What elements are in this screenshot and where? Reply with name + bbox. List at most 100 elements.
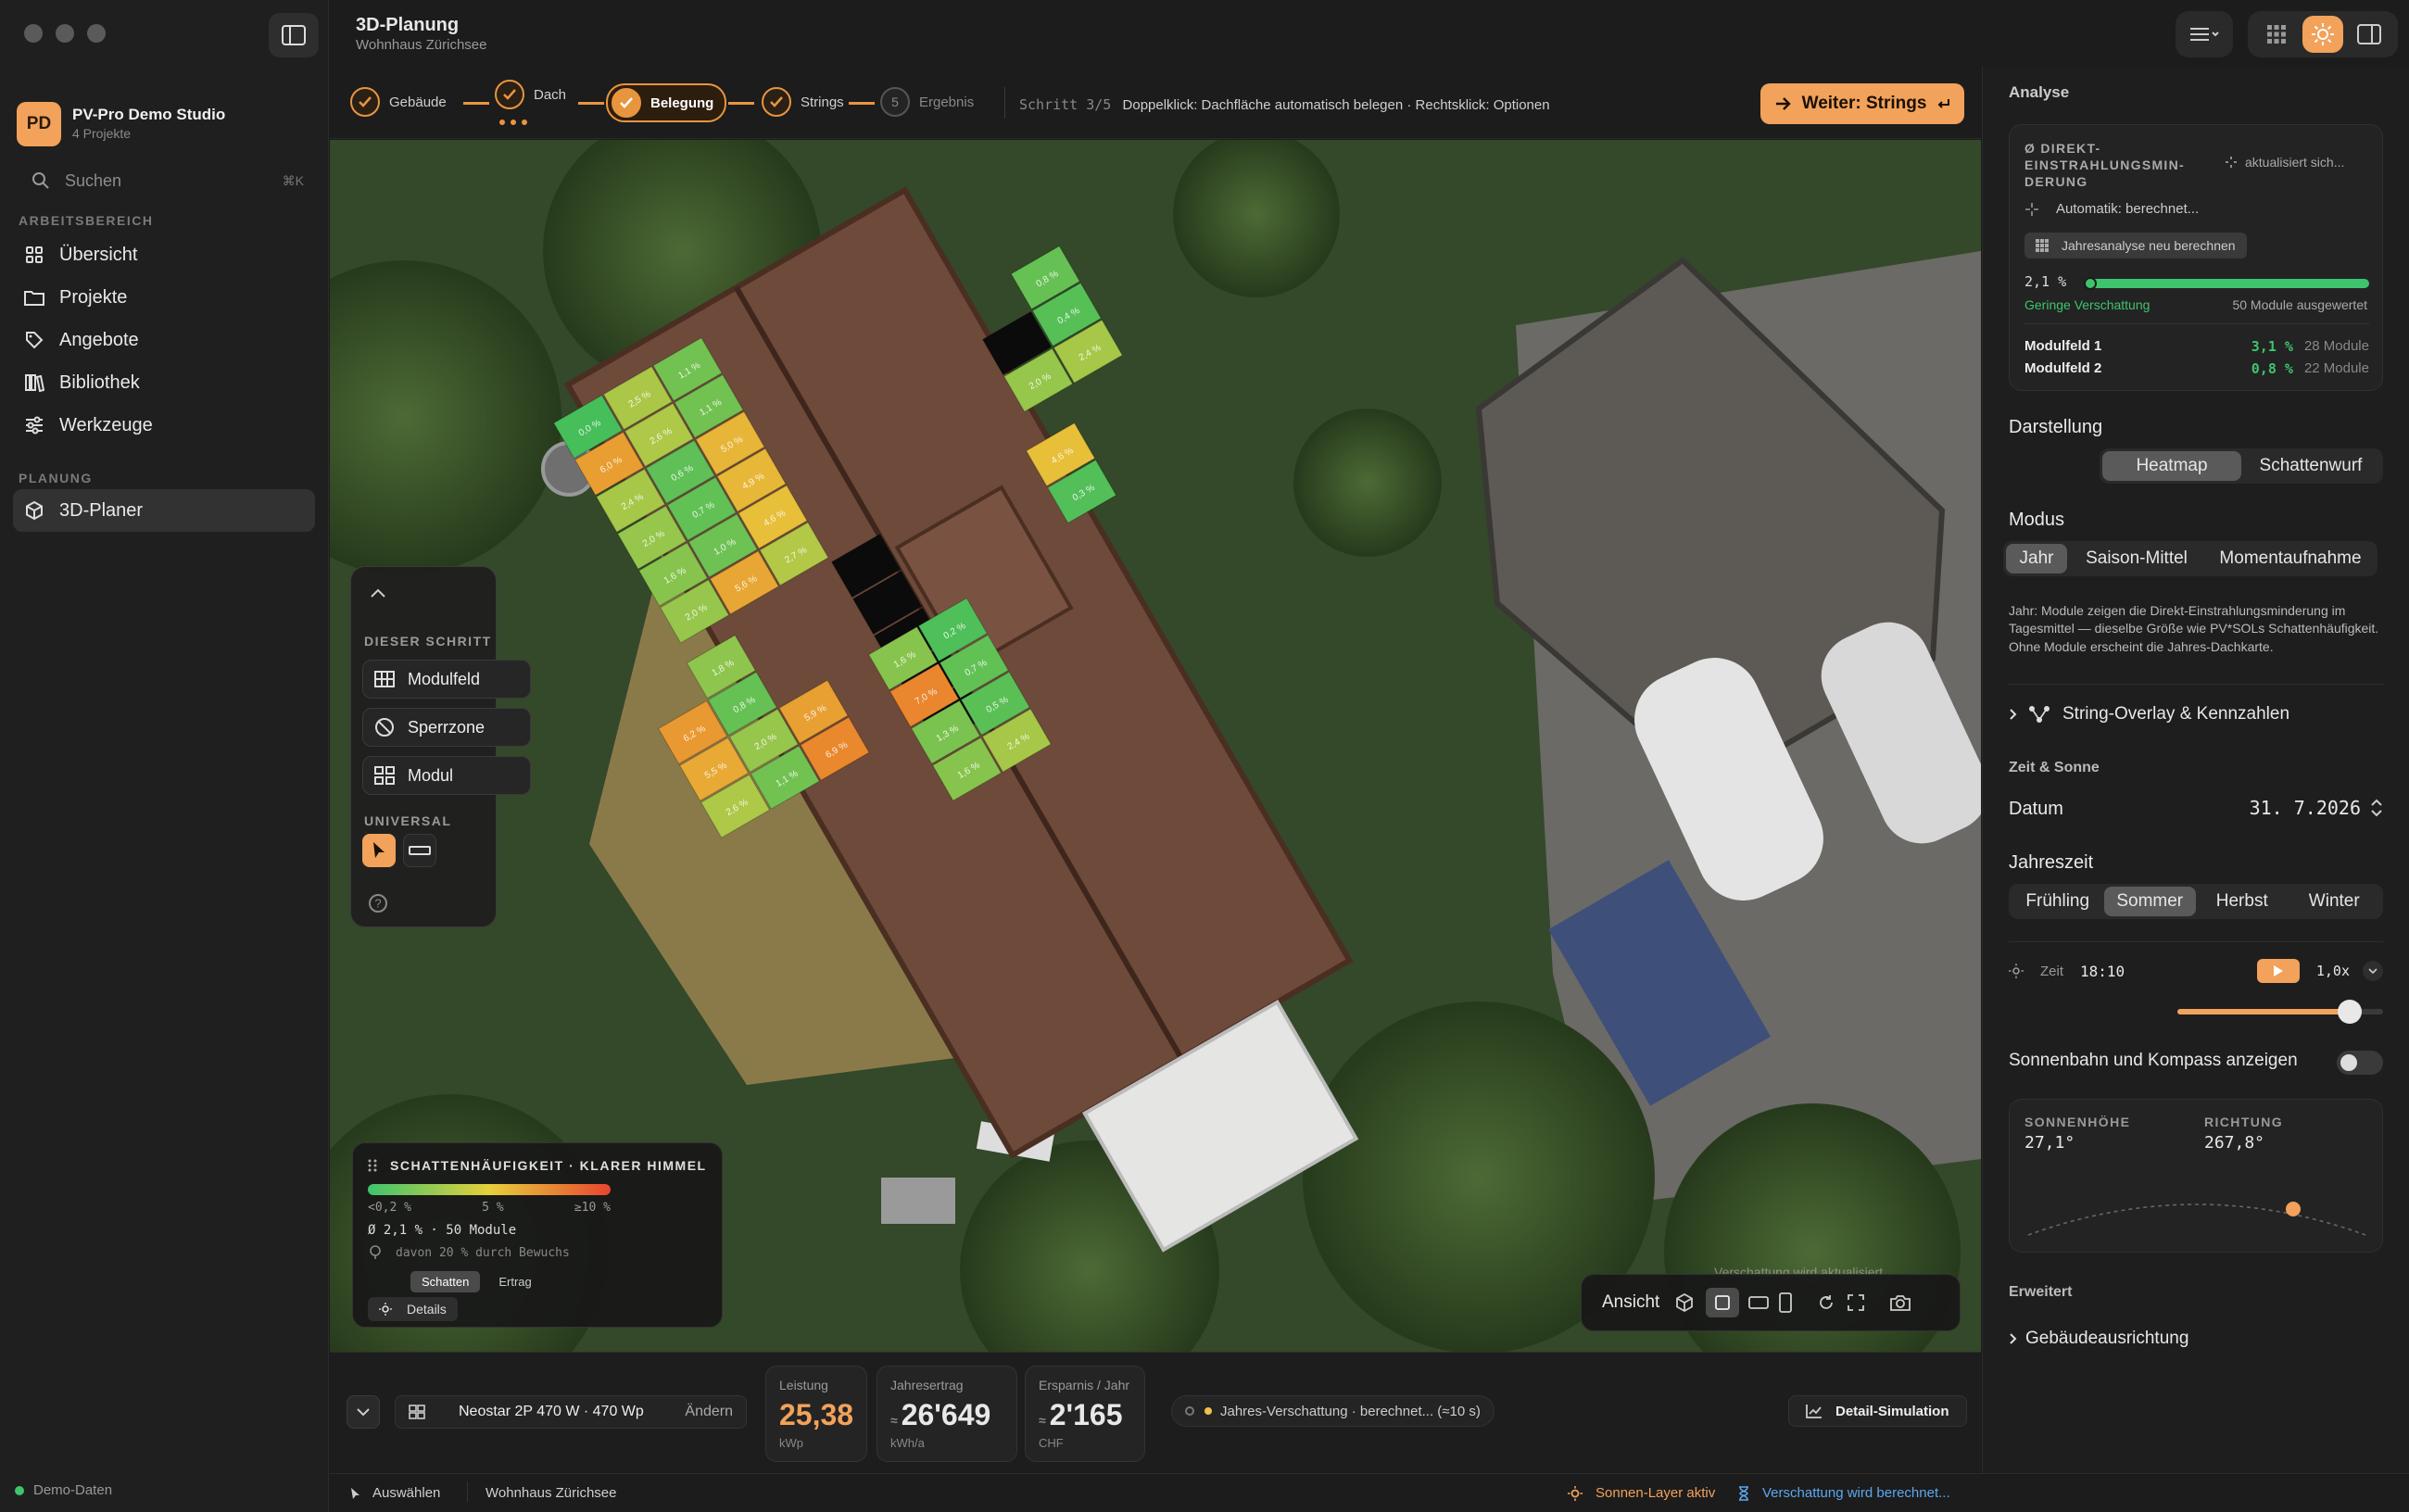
kpi-approx: ≈ bbox=[1039, 1413, 1046, 1428]
front-view-icon[interactable] bbox=[1748, 1294, 1770, 1311]
updating-label: aktualisiert sich... bbox=[2245, 155, 2345, 170]
fullscreen-icon[interactable] bbox=[1847, 1293, 1865, 1312]
legend-average: Ø 2,1 % · 50 Module bbox=[368, 1223, 517, 1238]
garden-object bbox=[881, 1178, 955, 1224]
sun-path-toggle[interactable] bbox=[2337, 1051, 2383, 1075]
datum-picker[interactable]: 31. 7.2026 bbox=[2250, 797, 2383, 819]
kpi-unit: kWp bbox=[779, 1436, 803, 1450]
recalc-year-button[interactable]: Jahresanalyse neu berechnen bbox=[2024, 233, 2247, 258]
collapse-bottom-button[interactable] bbox=[347, 1395, 380, 1429]
option-saison-mittel[interactable]: Saison-Mittel bbox=[2067, 544, 2206, 573]
sun-path-arc bbox=[2027, 1202, 2366, 1236]
shading-value: 2,1 % bbox=[2024, 273, 2067, 290]
camera-icon[interactable] bbox=[1889, 1293, 1911, 1312]
option-schattenwurf[interactable]: Schattenwurf bbox=[2241, 451, 2380, 481]
sonnenhoehe-value: 27,1° bbox=[2024, 1133, 2075, 1153]
option-herbst[interactable]: Herbst bbox=[2196, 887, 2289, 916]
option-fruehling[interactable]: Frühling bbox=[2012, 887, 2104, 916]
select-tool-button[interactable] bbox=[362, 834, 396, 867]
window-close-button[interactable] bbox=[24, 24, 43, 43]
gebaeude-row[interactable]: Gebäudeausrichtung bbox=[2009, 1329, 2188, 1349]
option-heatmap[interactable]: Heatmap bbox=[2102, 451, 2241, 481]
inspector-toggle-icon[interactable] bbox=[2349, 16, 2390, 53]
grid-view-icon[interactable] bbox=[2256, 16, 2297, 53]
kpi-leistung: Leistung 25,38 kWp bbox=[765, 1366, 867, 1462]
workspace-avatar[interactable]: PD bbox=[17, 102, 61, 146]
time-slider[interactable] bbox=[2177, 1000, 2383, 1024]
workspace-name[interactable]: PV-Pro Demo Studio bbox=[72, 106, 225, 124]
option-jahr[interactable]: Jahr bbox=[2006, 544, 2067, 573]
step-number: 5 bbox=[880, 87, 910, 117]
sidebar-item-label: Werkzeuge bbox=[59, 414, 153, 435]
sun-position-marker bbox=[2286, 1202, 2301, 1216]
chevron-right-icon bbox=[2010, 1333, 2017, 1344]
recalc-year-label: Jahresanalyse neu berechnen bbox=[2062, 238, 2236, 253]
option-sommer[interactable]: Sommer bbox=[2103, 887, 2196, 916]
legend-details-button[interactable]: Details bbox=[368, 1297, 458, 1321]
tool-modul-button[interactable]: Modul bbox=[362, 756, 531, 795]
kpi-label: Jahresertrag bbox=[890, 1378, 964, 1392]
module-selector[interactable]: Neostar 2P 470 W · 470 Wp Ändern bbox=[395, 1395, 747, 1429]
top-view-icon[interactable] bbox=[1706, 1288, 1740, 1317]
option-momentaufnahme[interactable]: Momentaufnahme bbox=[2206, 544, 2375, 573]
chevron-up-icon[interactable] bbox=[370, 587, 386, 598]
sidebar-item-uebersicht[interactable]: Übersicht bbox=[13, 233, 315, 276]
time-slider-thumb[interactable] bbox=[2338, 1000, 2363, 1024]
tool-modulfeld-button[interactable]: Modulfeld bbox=[362, 660, 531, 699]
search-input[interactable]: Suchen ⌘K bbox=[17, 165, 304, 196]
grid-icon bbox=[2036, 239, 2049, 252]
tool-label: Modulfeld bbox=[408, 669, 481, 688]
cursor-icon bbox=[373, 842, 385, 858]
sidebar-item-projekte[interactable]: Projekte bbox=[13, 276, 315, 319]
step-dach[interactable]: Dach bbox=[495, 80, 566, 109]
string-overlay-row[interactable]: String-Overlay & Kennzahlen bbox=[2009, 704, 2289, 724]
drag-handle-icon[interactable] bbox=[368, 1159, 377, 1172]
grid-icon bbox=[374, 669, 395, 689]
window-zoom-button[interactable] bbox=[87, 24, 106, 43]
legend-tab-shadow[interactable]: Schatten bbox=[410, 1271, 481, 1292]
sidebar-toggle-button[interactable] bbox=[269, 13, 319, 57]
step-ergebnis[interactable]: 5 Ergebnis bbox=[880, 87, 974, 117]
step-hint-text: Doppelklick: Dachfläche automatisch bele… bbox=[1122, 97, 1550, 113]
sun-icon bbox=[379, 1303, 392, 1316]
3d-viewport[interactable]: 0,0 % 2,5 % 1,1 % 6,0 % 2,6 % 1,1 % 2,4 % 0,6 %… bbox=[330, 140, 1981, 1352]
datum-label: Datum bbox=[2009, 799, 2063, 819]
sun-layer-icon[interactable] bbox=[2302, 16, 2343, 53]
play-button[interactable] bbox=[2256, 959, 2300, 983]
demo-data-label: Demo-Daten bbox=[33, 1482, 113, 1498]
module-change-link[interactable]: Ändern bbox=[685, 1404, 733, 1420]
tool-sperrzone-button[interactable]: Sperrzone bbox=[362, 708, 531, 747]
step-gebaeude[interactable]: Gebäude bbox=[350, 87, 447, 117]
next-step-button[interactable]: Weiter: Strings bbox=[1760, 83, 1964, 124]
step-belegung[interactable]: Belegung bbox=[606, 83, 727, 122]
library-icon bbox=[24, 372, 44, 393]
datum-value: 31. 7.2026 bbox=[2249, 797, 2361, 819]
reset-view-icon[interactable] bbox=[1817, 1293, 1835, 1312]
evaluated-label: 50 Module ausgewertet bbox=[2232, 297, 2367, 312]
field-modules: 22 Module bbox=[2303, 360, 2369, 376]
detail-simulation-button[interactable]: Detail-Simulation bbox=[1788, 1395, 1967, 1427]
perspective-view-icon[interactable] bbox=[1674, 1292, 1695, 1313]
legend-tab-yield[interactable]: Ertrag bbox=[487, 1271, 542, 1292]
section-label-universal: UNIVERSAL bbox=[364, 813, 452, 828]
search-icon bbox=[32, 172, 49, 189]
sidebar-item-werkzeuge[interactable]: Werkzeuge bbox=[13, 404, 315, 447]
window-minimize-button[interactable] bbox=[56, 24, 74, 43]
sidebar-item-3d-planer[interactable]: 3D-Planer bbox=[13, 489, 315, 532]
sidebar-item-bibliothek[interactable]: Bibliothek bbox=[13, 361, 315, 404]
divider bbox=[467, 1481, 468, 1502]
measure-tool-button[interactable] bbox=[403, 834, 436, 867]
kpi-label: Ersparnis / Jahr bbox=[1039, 1378, 1130, 1392]
side-view-icon[interactable] bbox=[1778, 1292, 1793, 1313]
filter-menu-button[interactable] bbox=[2176, 11, 2233, 57]
speed-value[interactable]: 1,0x bbox=[2316, 963, 2350, 979]
speed-dropdown[interactable] bbox=[2363, 961, 2383, 981]
chevron-down-icon bbox=[2368, 968, 2377, 974]
sidebar-item-angebote[interactable]: Angebote bbox=[13, 319, 315, 361]
option-winter[interactable]: Winter bbox=[2289, 887, 2381, 916]
help-icon[interactable]: ? bbox=[368, 893, 388, 914]
chevron-down-icon bbox=[357, 1408, 370, 1417]
step-strings[interactable]: Strings bbox=[762, 87, 844, 117]
field-value: 3,1 % bbox=[2251, 338, 2293, 355]
view-controls: Ansicht bbox=[1581, 1274, 1961, 1331]
